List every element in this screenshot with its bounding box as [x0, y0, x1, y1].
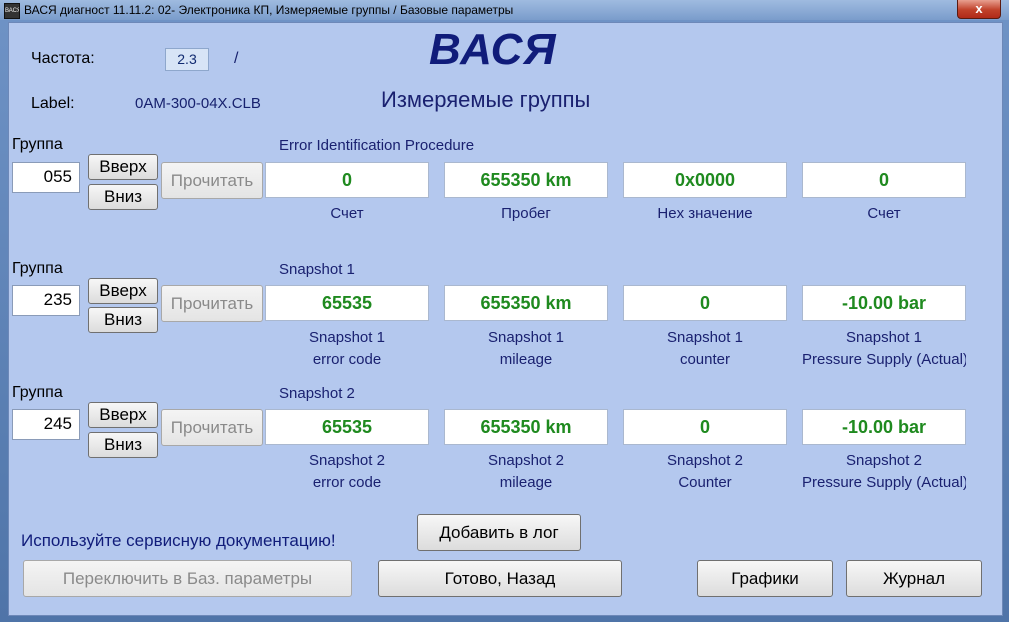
value-field-4: -10.00 bar: [802, 285, 966, 321]
field-caption: mileage: [499, 351, 553, 368]
main-panel: Частота: 2.3 / Label: 0AM-300-04X.CLB ВА…: [8, 22, 1003, 616]
group-down-button[interactable]: Вниз: [88, 432, 158, 458]
field-caption: mileage: [499, 474, 553, 491]
group-title: Snapshot 2: [279, 385, 355, 402]
value-field-1: 65535: [265, 409, 429, 445]
label-caption: Label:: [31, 95, 75, 112]
field-caption: counter: [679, 351, 731, 368]
field-caption: Snapshot 1: [667, 329, 743, 346]
group-label: Группа: [12, 260, 63, 277]
group-title: Snapshot 1: [279, 261, 355, 278]
field-caption: Counter: [678, 474, 732, 491]
window-title: ВАСЯ диагност 11.11.2: 02- Электроника К…: [24, 3, 514, 17]
field-caption: Pressure Supply (Actual): [802, 351, 966, 368]
journal-button[interactable]: Журнал: [846, 560, 982, 597]
field-caption: Pressure Supply (Actual): [802, 474, 966, 491]
service-docs-note: Используйте сервисную документацию!: [21, 531, 336, 550]
frequency-separator: /: [234, 50, 239, 67]
value-field-3: 0: [623, 285, 787, 321]
group-label: Группа: [12, 136, 63, 153]
title-bar[interactable]: ВАСЯ ВАСЯ диагност 11.11.2: 02- Электрон…: [0, 0, 1009, 20]
group-down-button[interactable]: Вниз: [88, 307, 158, 333]
value-field-1: 0: [265, 162, 429, 198]
group-up-button[interactable]: Вверх: [88, 154, 158, 180]
graphs-button[interactable]: Графики: [697, 560, 833, 597]
group-number-input[interactable]: 235: [12, 285, 80, 316]
value-field-2: 655350 km: [444, 285, 608, 321]
field-caption: Snapshot 2: [488, 452, 564, 469]
group-number-input[interactable]: 245: [12, 409, 80, 440]
switch-basic-params-button[interactable]: Переключить в Баз. параметры: [23, 560, 352, 597]
group-label: Группа: [12, 384, 63, 401]
value-field-2: 655350 km: [444, 409, 608, 445]
close-button[interactable]: x: [957, 0, 1001, 19]
field-caption: Snapshot 2: [309, 452, 385, 469]
group-number-input[interactable]: 055: [12, 162, 80, 193]
field-caption: Snapshot 1: [309, 329, 385, 346]
field-caption: error code: [312, 351, 382, 368]
frequency-label: Частота:: [31, 50, 95, 67]
field-caption: Счет: [867, 205, 901, 222]
group-title: Error Identification Procedure: [279, 137, 475, 154]
value-field-4: -10.00 bar: [802, 409, 966, 445]
done-back-button[interactable]: Готово, Назад: [378, 560, 622, 597]
brand-logo: ВАСЯ: [429, 25, 557, 74]
frequency-value: 2.3: [165, 48, 209, 71]
group-down-button[interactable]: Вниз: [88, 184, 158, 210]
read-button[interactable]: Прочитать: [161, 285, 263, 322]
value-field-2: 655350 km: [444, 162, 608, 198]
field-caption: Snapshot 2: [667, 452, 743, 469]
value-field-4: 0: [802, 162, 966, 198]
field-caption: Snapshot 1: [488, 329, 564, 346]
value-field-1: 65535: [265, 285, 429, 321]
field-caption: Счет: [330, 205, 364, 222]
group-up-button[interactable]: Вверх: [88, 278, 158, 304]
read-button[interactable]: Прочитать: [161, 409, 263, 446]
value-field-3: 0: [623, 409, 787, 445]
field-caption: Snapshot 1: [846, 329, 922, 346]
app-window: ВАСЯ ВАСЯ диагност 11.11.2: 02- Электрон…: [0, 0, 1009, 622]
app-icon: ВАСЯ: [4, 3, 20, 19]
field-caption: error code: [312, 474, 382, 491]
add-to-log-button[interactable]: Добавить в лог: [417, 514, 581, 551]
page-subtitle: Измеряемые группы: [381, 87, 591, 112]
group-up-button[interactable]: Вверх: [88, 402, 158, 428]
field-caption: Snapshot 2: [846, 452, 922, 469]
label-file: 0AM-300-04X.CLB: [135, 95, 261, 112]
field-caption: Пробег: [501, 205, 551, 222]
read-button[interactable]: Прочитать: [161, 162, 263, 199]
value-field-3: 0x0000: [623, 162, 787, 198]
field-caption: Hex значение: [657, 205, 753, 222]
